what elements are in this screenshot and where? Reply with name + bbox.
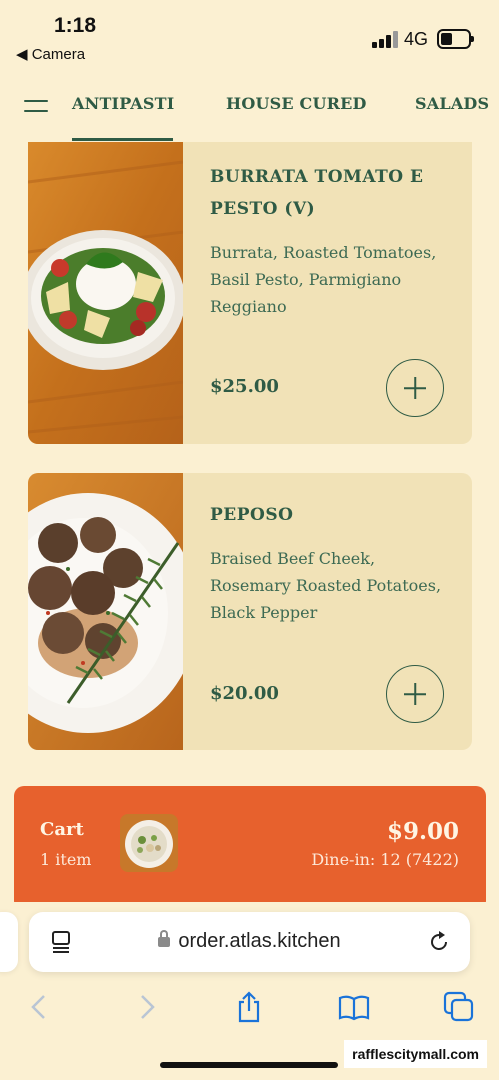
item-name: BURRATA TOMATO E PESTO (V) [210, 167, 424, 219]
peposo-photo [28, 473, 183, 750]
add-to-cart-button[interactable] [386, 359, 444, 417]
burrata-photo [28, 142, 183, 444]
cart-total: $9.00 [386, 818, 459, 845]
home-indicator [160, 1062, 338, 1068]
previous-tab-peek[interactable] [0, 912, 18, 972]
battery-icon [437, 29, 474, 49]
cart-bar[interactable]: Cart 1 item $9.00 Dine-in: 12 (7422) [14, 786, 486, 911]
item-description: Braised Beef Cheek, Rosemary Roasted Pot… [210, 549, 442, 622]
network-type: 4G [404, 29, 429, 49]
tab-antipasti[interactable]: ANTIPASTI [72, 94, 174, 113]
status-time: 1:18 [54, 14, 97, 37]
tab-house-cured[interactable]: HOUSE CURED [226, 94, 367, 113]
menu-item-card[interactable]: PEPOSO Braised Beef Cheek, Rosemary Roas… [28, 473, 472, 750]
share-icon[interactable] [232, 990, 266, 1024]
category-nav: ANTIPASTI HOUSE CURED SALADS [0, 80, 499, 142]
menu-item-card[interactable]: BURRATA TOMATO E PESTO (V) Burrata, Roas… [28, 142, 472, 444]
cart-item-count: 1 item [40, 850, 92, 869]
item-price: $25.00 [210, 376, 279, 397]
reload-icon[interactable] [427, 930, 451, 954]
cellular-signal-icon [372, 30, 398, 48]
item-name: PEPOSO [210, 505, 294, 525]
tab-salads[interactable]: SALADS [415, 94, 489, 113]
cart-label: Cart [40, 819, 84, 840]
watermark-label: rafflescitymall.com [344, 1040, 487, 1068]
item-description: Burrata, Roasted Tomatoes, Basil Pesto, … [210, 243, 437, 316]
browser-chrome: order.atlas.kitchen rafflescitymall.com [0, 902, 499, 1080]
address-bar[interactable]: order.atlas.kitchen [29, 912, 470, 972]
url-label: order.atlas.kitchen [178, 930, 341, 952]
lock-icon [158, 930, 171, 947]
item-price: $20.00 [210, 683, 279, 704]
status-bar: 1:18 ◀ Camera 4G [0, 0, 499, 70]
active-tab-indicator [72, 138, 173, 141]
back-to-camera-link[interactable]: ◀ Camera [16, 45, 85, 63]
url-text: order.atlas.kitchen [29, 930, 470, 953]
bookmarks-icon[interactable] [337, 990, 371, 1024]
dine-in-table: Dine-in: 12 (7422) [311, 850, 459, 869]
menu-hamburger-icon[interactable] [24, 98, 48, 114]
cart-item-thumbnail [120, 814, 178, 872]
tabs-icon[interactable] [442, 990, 476, 1024]
add-to-cart-button[interactable] [386, 665, 444, 723]
back-arrow-icon[interactable] [22, 990, 56, 1024]
forward-arrow-icon[interactable] [130, 990, 164, 1024]
